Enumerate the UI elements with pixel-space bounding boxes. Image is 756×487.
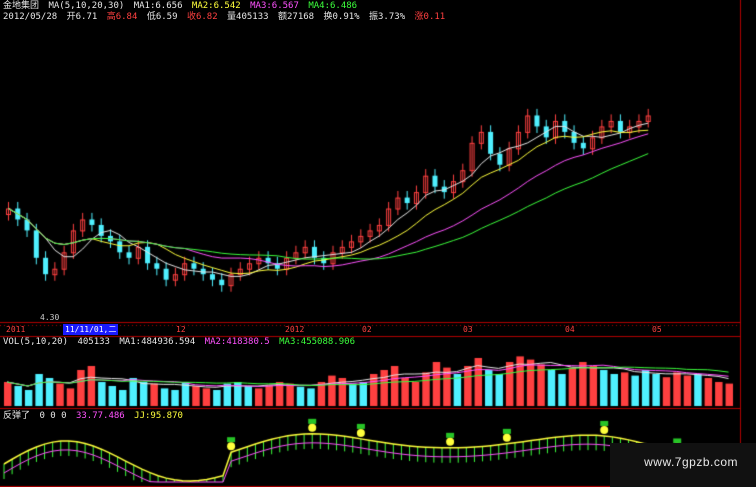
vol-ma2: MA2:418380.5 [204,337,270,347]
rise-value: 涨0.11 [414,12,446,22]
ohlc-header: 2012/05/28 开6.71 高6.84 低6.59 收6.82 量4051… [3,12,449,23]
ma-label: MA(5,10,20,30) [48,1,125,11]
amplitude-value: 振3.73% [369,12,406,22]
osc-label: 反弹了 [3,411,31,421]
oscillator-header: 反弹了 0 0 0 33.77.486 JJ:95.870 [3,411,187,422]
vol-value: 405133 [77,337,110,347]
vol-label: VOL(5,10,20) [3,337,69,347]
axis-label-12: 12 [176,325,186,334]
selected-date[interactable]: 11/11/01,二 [63,324,119,335]
amount-value: 额27168 [277,12,315,22]
ma3-value: MA3:6.567 [250,1,299,11]
axis-label-05: 05 [652,325,662,334]
volume-value: 量405133 [227,12,269,22]
ma2-value: MA2:6.542 [191,1,241,11]
axis-label-04: 04 [565,325,575,334]
vol-ma1: MA1:484936.594 [119,337,196,347]
bar-date: 2012/05/28 [3,12,58,22]
close-value: 收6.82 [186,12,218,22]
axis-label-2011: 2011 [6,325,26,334]
osc-value1: 33.77.486 [75,411,125,421]
stock-title: 金地集团 [3,1,40,11]
turnover-value: 换0.91% [323,12,360,22]
axis-label-03: 03 [463,325,473,334]
watermark-text: www.7gpzb.com [644,455,738,469]
vol-ma3: MA3:455088.906 [279,337,355,347]
low-value: 低6.59 [146,12,178,22]
low-marker: 4.30 [40,313,60,322]
ma1-value: MA1:6.656 [133,1,183,11]
axis-label-02: 02 [362,325,372,334]
price-header: 金地集团 MA(5,10,20,30) MA1:6.656 MA2:6.542 … [3,1,361,12]
volume-header: VOL(5,10,20) 405133 MA1:484936.594 MA2:4… [3,337,359,348]
osc-zeros: 0 0 0 [39,411,67,421]
osc-jj: JJ:95.870 [134,411,183,421]
ma4-value: MA4:6.486 [308,1,358,11]
high-value: 高6.84 [106,12,138,22]
axis-label-2012: 2012 [285,325,305,334]
open-value: 开6.71 [66,12,98,22]
